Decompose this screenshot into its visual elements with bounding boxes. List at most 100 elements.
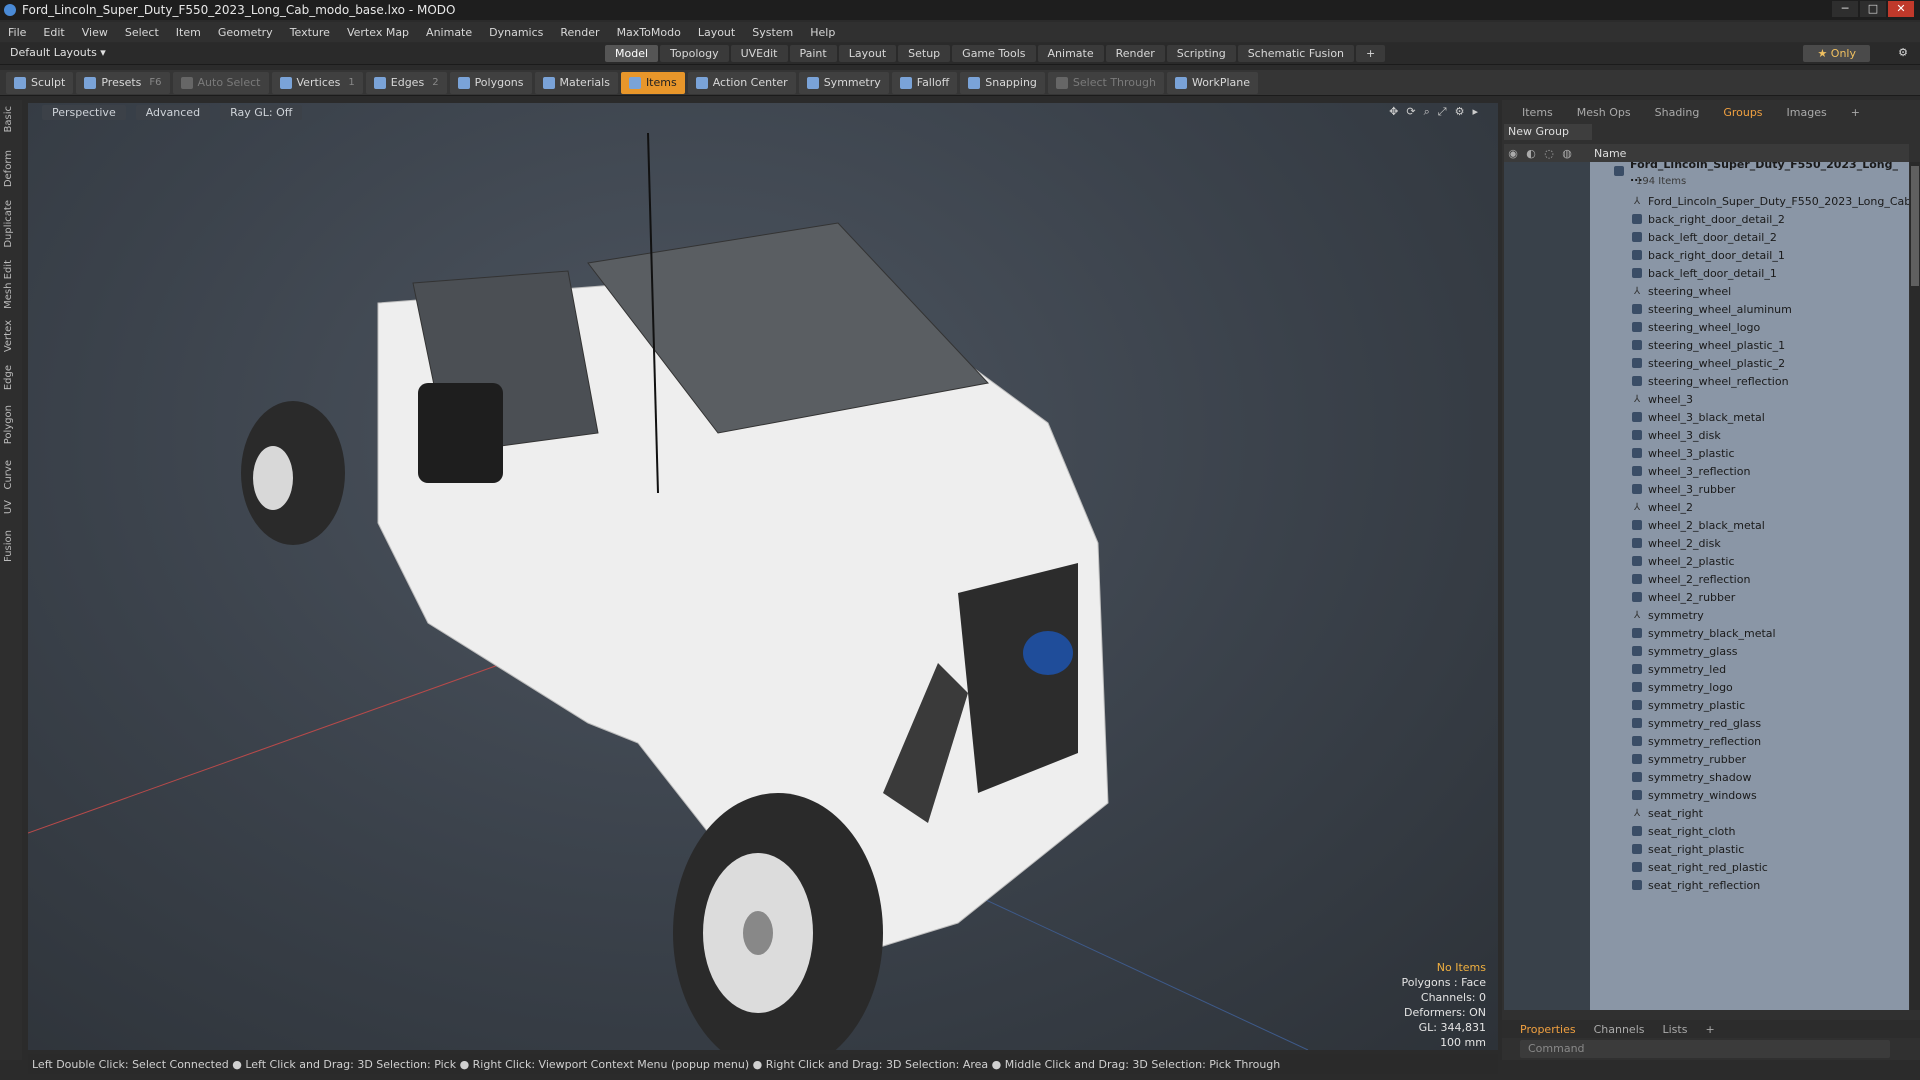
minimize-button[interactable]: ─ xyxy=(1832,1,1858,17)
menu-texture[interactable]: Texture xyxy=(290,26,330,39)
raygl-toggle[interactable]: Ray GL: Off xyxy=(220,104,303,120)
tree-item[interactable]: symmetry_glass xyxy=(1504,642,1909,660)
tab-animate[interactable]: Animate xyxy=(1037,45,1104,62)
left-tab-vertex[interactable]: Vertex xyxy=(3,320,14,352)
zoom-icon[interactable]: ⌕ xyxy=(1424,105,1430,119)
left-tab-edge[interactable]: Edge xyxy=(3,365,14,390)
viewport-settings-icon[interactable]: ⚙ xyxy=(1455,105,1465,119)
menu-item[interactable]: Item xyxy=(176,26,201,39)
tab-uvedit[interactable]: UVEdit xyxy=(730,45,788,62)
tab-paint[interactable]: Paint xyxy=(789,45,837,62)
add-props-tab-button[interactable]: + xyxy=(1705,1023,1714,1036)
symmetry-button[interactable]: Symmetry xyxy=(798,71,889,94)
tree-item[interactable]: symmetry_logo xyxy=(1504,678,1909,696)
tree-item[interactable]: steering_wheel_plastic_1 xyxy=(1504,336,1909,354)
polygons-button[interactable]: Polygons xyxy=(449,71,532,94)
lock-column-icon[interactable]: ◌ xyxy=(1540,147,1558,160)
tab-lists[interactable]: Lists xyxy=(1663,1023,1688,1036)
menu-select[interactable]: Select xyxy=(125,26,159,39)
gear-icon[interactable]: ⚙ xyxy=(1898,46,1908,59)
presets-button[interactable]: Presets F6 xyxy=(76,71,170,94)
fit-icon[interactable]: ⤢ xyxy=(1438,105,1447,119)
edges-button[interactable]: Edges 2 xyxy=(365,71,447,94)
add-tab-button[interactable]: + xyxy=(1356,45,1386,62)
tree-item[interactable]: wheel_3_reflection xyxy=(1504,462,1909,480)
3d-viewport[interactable]: Perspective Advanced Ray GL: Off ✥ ⟳ ⌕ ⤢… xyxy=(28,103,1498,1050)
menu-render[interactable]: Render xyxy=(560,26,599,39)
tab-mesh-ops[interactable]: Mesh Ops xyxy=(1569,105,1639,120)
tree-item[interactable]: wheel_3_rubber xyxy=(1504,480,1909,498)
tab-schematic-fusion[interactable]: Schematic Fusion xyxy=(1237,45,1355,62)
pan-icon[interactable]: ✥ xyxy=(1389,105,1398,119)
tree-item[interactable]: back_left_door_detail_1 xyxy=(1504,264,1909,282)
tab-layout[interactable]: Layout xyxy=(838,45,897,62)
tab-properties[interactable]: Properties xyxy=(1520,1023,1576,1036)
tree-item[interactable]: wheel_2_black_metal xyxy=(1504,516,1909,534)
layout-selector[interactable]: Default Layouts ▾ xyxy=(10,46,106,59)
snapping-button[interactable]: Snapping xyxy=(960,71,1045,94)
tree-item[interactable]: back_right_door_detail_1 xyxy=(1504,246,1909,264)
tree-item[interactable]: steering_wheel_plastic_2 xyxy=(1504,354,1909,372)
materials-button[interactable]: Materials xyxy=(534,71,618,94)
tree-item[interactable]: steering_wheel_reflection xyxy=(1504,372,1909,390)
close-button[interactable]: ✕ xyxy=(1888,1,1914,17)
tree-item[interactable]: ⅄ wheel_3 xyxy=(1504,390,1909,408)
tab-setup[interactable]: Setup xyxy=(898,45,951,62)
command-input[interactable]: Command xyxy=(1520,1040,1890,1058)
tree-item[interactable]: wheel_2_disk xyxy=(1504,534,1909,552)
viewport-expand-icon[interactable]: ▸ xyxy=(1472,105,1478,119)
workplane-button[interactable]: WorkPlane xyxy=(1166,71,1258,94)
select-column-icon[interactable]: ◍ xyxy=(1558,147,1576,160)
add-panel-tab-button[interactable]: + xyxy=(1843,105,1868,120)
tree-item[interactable]: back_right_door_detail_2 xyxy=(1504,210,1909,228)
tree-item[interactable]: wheel_2_plastic xyxy=(1504,552,1909,570)
maximize-button[interactable]: □ xyxy=(1860,1,1886,17)
left-tab-deform[interactable]: Deform xyxy=(3,150,14,187)
new-group-button[interactable]: New Group xyxy=(1504,124,1592,140)
menu-geometry[interactable]: Geometry xyxy=(218,26,273,39)
auto-select-button[interactable]: Auto Select xyxy=(172,71,269,94)
left-tab-basic[interactable]: Basic xyxy=(3,106,14,132)
menu-vertex-map[interactable]: Vertex Map xyxy=(347,26,409,39)
tree-item[interactable]: seat_right_reflection xyxy=(1504,876,1909,894)
visibility-column-icon[interactable]: ◉ xyxy=(1504,147,1522,160)
tree-item[interactable]: symmetry_red_glass xyxy=(1504,714,1909,732)
action-center-button[interactable]: Action Center xyxy=(687,71,796,94)
left-tab-uv[interactable]: UV xyxy=(3,500,14,514)
menu-dynamics[interactable]: Dynamics xyxy=(489,26,543,39)
rotate-icon[interactable]: ⟳ xyxy=(1406,105,1415,119)
tree-item[interactable]: seat_right_cloth xyxy=(1504,822,1909,840)
left-tab-curve[interactable]: Curve xyxy=(3,460,14,490)
menu-file[interactable]: File xyxy=(8,26,26,39)
tree-item[interactable]: symmetry_plastic xyxy=(1504,696,1909,714)
tree-item[interactable]: seat_right_red_plastic xyxy=(1504,858,1909,876)
tree-item[interactable]: wheel_2_reflection xyxy=(1504,570,1909,588)
tree-item[interactable]: wheel_3_disk xyxy=(1504,426,1909,444)
tree-item[interactable]: ⅄ steering_wheel xyxy=(1504,282,1909,300)
left-tab-polygon[interactable]: Polygon xyxy=(3,405,14,444)
tree-item[interactable]: symmetry_led xyxy=(1504,660,1909,678)
tree-item[interactable]: wheel_3_black_metal xyxy=(1504,408,1909,426)
left-tab-duplicate[interactable]: Duplicate xyxy=(3,200,14,248)
tab-shading[interactable]: Shading xyxy=(1647,105,1708,120)
menu-view[interactable]: View xyxy=(82,26,108,39)
tab-items[interactable]: Items xyxy=(1514,105,1561,120)
tab-scripting[interactable]: Scripting xyxy=(1166,45,1236,62)
tree-item[interactable]: ⅄ Ford_Lincoln_Super_Duty_F550_2023_Long_… xyxy=(1504,192,1909,210)
select-through-button[interactable]: Select Through xyxy=(1047,71,1164,94)
only-toggle[interactable]: ★ Only xyxy=(1803,45,1870,62)
tree-item[interactable]: symmetry_reflection xyxy=(1504,732,1909,750)
tab-render[interactable]: Render xyxy=(1105,45,1165,62)
tab-model[interactable]: Model xyxy=(605,45,659,62)
tab-images[interactable]: Images xyxy=(1779,105,1835,120)
tree-item[interactable]: symmetry_rubber xyxy=(1504,750,1909,768)
tab-topology[interactable]: Topology xyxy=(660,45,729,62)
tab-game-tools[interactable]: Game Tools xyxy=(952,45,1036,62)
tree-item[interactable]: symmetry_windows xyxy=(1504,786,1909,804)
tab-channels[interactable]: Channels xyxy=(1594,1023,1645,1036)
tree-item[interactable]: ⅄ symmetry xyxy=(1504,606,1909,624)
tree-item[interactable]: seat_right_plastic xyxy=(1504,840,1909,858)
left-tab-mesh-edit[interactable]: Mesh Edit xyxy=(3,260,14,309)
menu-edit[interactable]: Edit xyxy=(43,26,64,39)
tree-item[interactable]: steering_wheel_logo xyxy=(1504,318,1909,336)
